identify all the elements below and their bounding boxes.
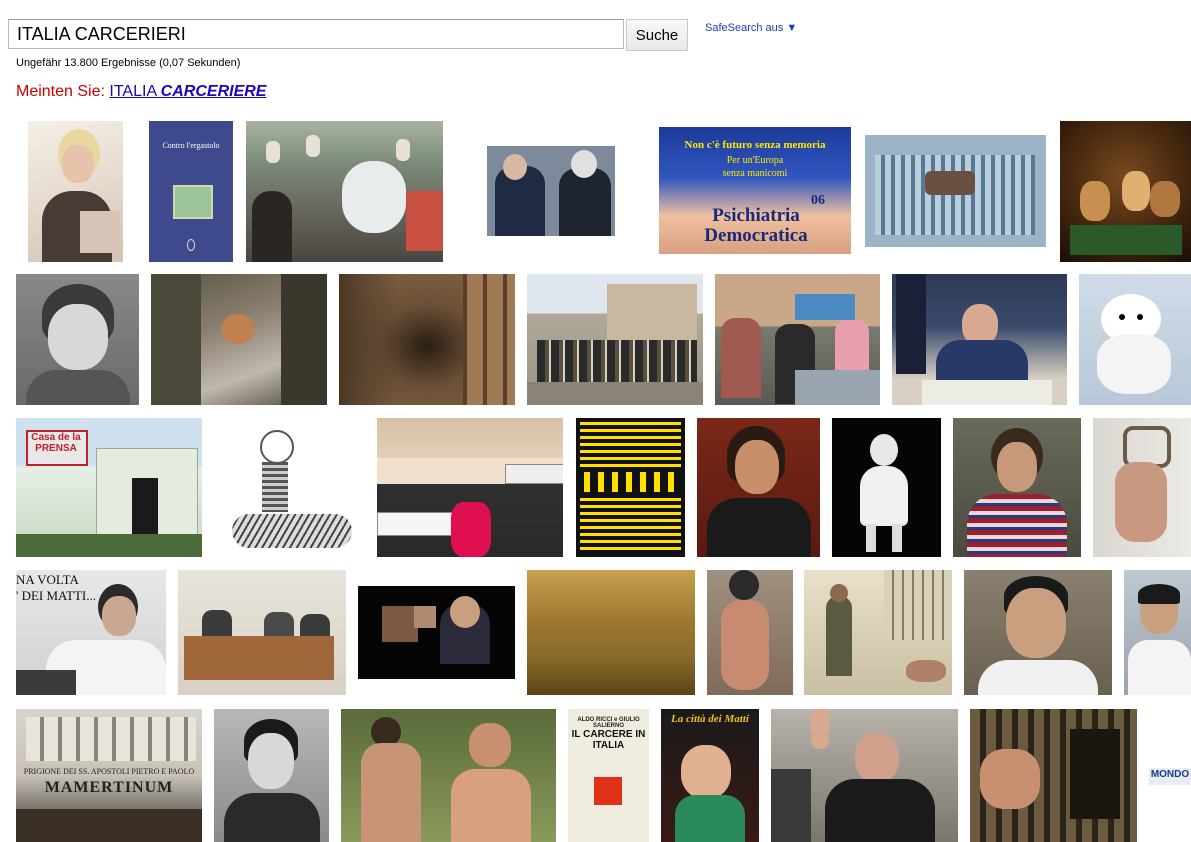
image-result[interactable]: [697, 418, 820, 557]
image-result[interactable]: [527, 274, 703, 405]
image-result[interactable]: [151, 274, 327, 405]
banner-line1: Non c'è futuro senza memoria: [684, 139, 826, 151]
image-result[interactable]: [1093, 418, 1191, 557]
image-result[interactable]: ALDO RICCI e GIULIO SALIERNO IL CARCERE …: [568, 709, 649, 842]
image-result[interactable]: [892, 274, 1067, 405]
image-result[interactable]: [358, 586, 515, 679]
did-you-mean-label: Meinten Sie:: [16, 83, 105, 100]
image-result[interactable]: [964, 570, 1112, 695]
image-result[interactable]: [16, 274, 139, 405]
image-result[interactable]: [1060, 121, 1191, 262]
image-result[interactable]: [865, 135, 1046, 247]
mondo-logo: MONDO: [1150, 769, 1190, 780]
image-result[interactable]: [28, 121, 123, 262]
comic-title: La città dei Matti: [671, 713, 749, 725]
image-result[interactable]: [576, 418, 685, 557]
suggestion-link[interactable]: ITALIA CARCERIERE: [109, 83, 266, 100]
image-result[interactable]: La città dei Matti: [661, 709, 759, 842]
safesearch-dropdown[interactable]: SafeSearch aus ▼: [705, 22, 797, 34]
search-button[interactable]: Suche: [626, 19, 688, 51]
image-result[interactable]: [771, 709, 958, 842]
suggestion-plain: ITALIA: [109, 83, 161, 100]
image-result[interactable]: [832, 418, 941, 557]
banner-line3: senza manicomi: [722, 168, 788, 179]
image-result[interactable]: [214, 709, 329, 842]
image-result[interactable]: [339, 274, 515, 405]
image-result[interactable]: [970, 709, 1137, 842]
image-result[interactable]: [178, 570, 346, 695]
book-cover-title: Contro l'ergastolo: [162, 141, 220, 150]
magazine-text: NA VOLTA ' DEI MATTI...: [16, 572, 96, 603]
book2-authors: ALDO RICCI e GIULIO SALIERNO: [577, 717, 640, 729]
banner-line2: Per un'Europa: [726, 155, 784, 166]
image-result[interactable]: [246, 121, 443, 262]
image-result[interactable]: [715, 274, 880, 405]
suggestion-bold: CARCERIERE: [160, 83, 267, 100]
image-result[interactable]: [804, 570, 952, 695]
book2-title: IL CARCERE IN ITALIA: [571, 729, 646, 751]
image-result[interactable]: [527, 570, 695, 695]
result-stats: Ungefähr 13.800 Ergebnisse (0,07 Sekunde…: [16, 57, 241, 69]
image-result[interactable]: Casa de la PRENSA: [16, 418, 202, 557]
image-result[interactable]: [1124, 570, 1191, 695]
banner-brand1: Psichiatria: [712, 205, 800, 226]
sign-text: Casa de la PRENSA: [31, 432, 81, 454]
image-result[interactable]: Contro l'ergastolo: [149, 121, 233, 262]
image-result[interactable]: [953, 418, 1081, 557]
image-result[interactable]: PRIGIONE DEI SS. APOSTOLI PIETRO E PAOLO…: [16, 709, 202, 842]
search-input[interactable]: [8, 19, 624, 49]
did-you-mean: Meinten Sie: ITALIA CARCERIERE: [16, 83, 266, 101]
image-result[interactable]: [707, 570, 793, 695]
image-result[interactable]: [377, 418, 563, 557]
image-result[interactable]: [341, 709, 556, 842]
inscription-line1: PRIGIONE DEI SS. APOSTOLI PIETRO E PAOLO: [23, 767, 195, 776]
image-result[interactable]: NA VOLTA ' DEI MATTI...: [16, 570, 166, 695]
banner-brand2: Democratica: [704, 225, 808, 246]
image-result[interactable]: [214, 418, 366, 557]
image-result[interactable]: Non c'è futuro senza memoria Per un'Euro…: [659, 127, 851, 254]
image-result[interactable]: [1079, 274, 1191, 405]
inscription-line2: MAMERTINUM: [44, 779, 174, 796]
image-result[interactable]: [487, 146, 615, 236]
image-result[interactable]: MONDO: [1149, 768, 1191, 785]
